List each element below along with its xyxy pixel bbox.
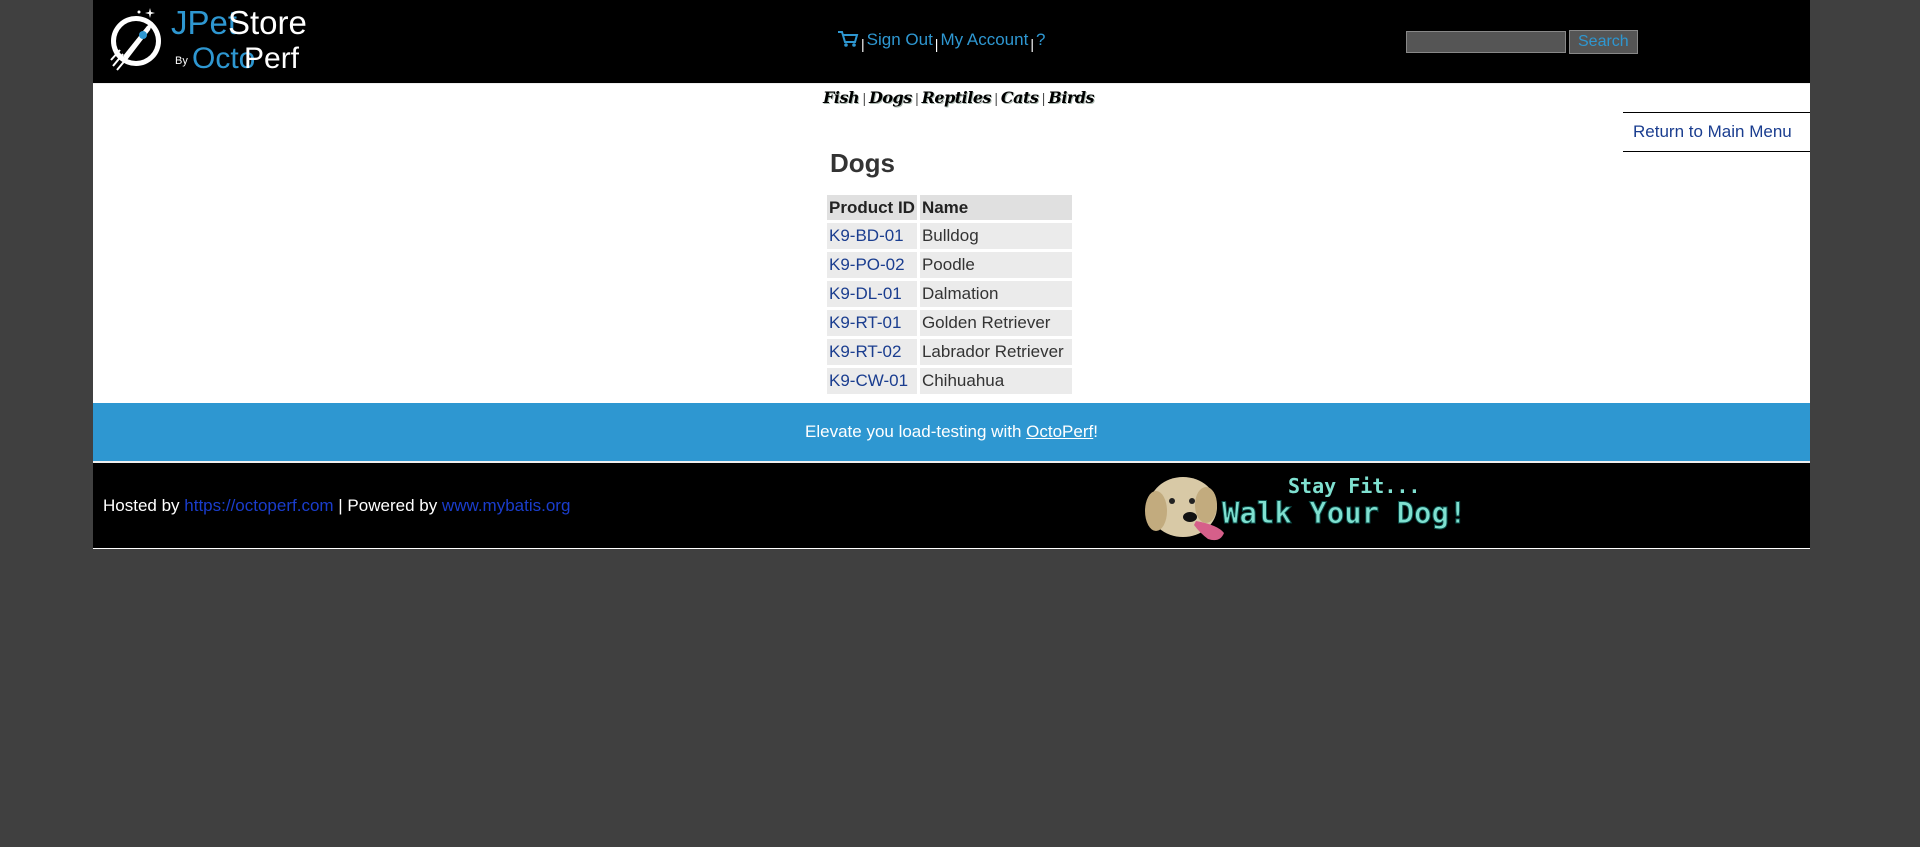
quicklink-separator: |	[862, 92, 866, 107]
search-input[interactable]	[1406, 31, 1566, 53]
quicklink-dogs[interactable]: Dogs	[869, 88, 912, 107]
product-id-cell: K9-RT-01	[827, 310, 917, 336]
quicklink-reptiles[interactable]: Reptiles	[922, 88, 992, 107]
product-id-link[interactable]: K9-RT-01	[829, 313, 901, 332]
search-form: Search	[1406, 30, 1638, 54]
product-table: Product ID Name K9-BD-01 Bulldog K9-PO-0…	[824, 192, 1075, 397]
logo-text-store: Store	[228, 4, 307, 41]
category-quicklinks: Fish | Dogs | Reptiles | Cats | Birds	[823, 88, 1095, 107]
product-id-cell: K9-DL-01	[827, 281, 917, 307]
product-id-link[interactable]: K9-BD-01	[829, 226, 904, 245]
promo-banner: Elevate you load-testing with OctoPerf!	[93, 403, 1810, 463]
shopping-cart-icon[interactable]	[837, 30, 859, 48]
table-row: K9-PO-02 Poodle	[827, 252, 1072, 278]
header-menu: | Sign Out | My Account |?	[837, 30, 1045, 52]
ad-text-walk-your-dog: Walk Your Dog!	[1222, 496, 1466, 530]
powered-by-label: | Powered by	[333, 496, 442, 515]
rocket-icon	[110, 8, 161, 71]
return-to-main-menu-link[interactable]: Return to Main Menu	[1633, 122, 1792, 142]
table-row: K9-RT-01 Golden Retriever	[827, 310, 1072, 336]
product-id-link[interactable]: K9-DL-01	[829, 284, 902, 303]
quicklink-separator: |	[994, 92, 998, 107]
product-id-cell: K9-RT-02	[827, 339, 917, 365]
quicklink-separator: |	[1041, 92, 1046, 107]
menu-separator: |	[861, 36, 865, 52]
dog-icon	[1145, 477, 1224, 541]
logo-text-by: By	[175, 55, 188, 67]
column-header-product-id: Product ID	[827, 195, 917, 220]
my-account-link[interactable]: My Account	[940, 30, 1028, 49]
promo-text-start: Elevate you load-testing with	[805, 422, 1027, 441]
search-button[interactable]: Search	[1569, 30, 1638, 54]
table-row: K9-DL-01 Dalmation	[827, 281, 1072, 307]
product-id-cell: K9-BD-01	[827, 223, 917, 249]
product-id-cell: K9-PO-02	[827, 252, 917, 278]
walk-your-dog-banner: Stay Fit... Walk Your Dog!	[1145, 474, 1467, 541]
product-id-cell: K9-CW-01	[827, 368, 917, 394]
back-link-box: Return to Main Menu	[1623, 112, 1810, 152]
table-row: K9-BD-01 Bulldog	[827, 223, 1072, 249]
product-id-link[interactable]: K9-CW-01	[829, 371, 908, 390]
product-name-cell: Chihuahua	[919, 368, 1072, 394]
logo-text-perf: Perf	[244, 42, 300, 75]
table-row: K9-CW-01 Chihuahua	[827, 368, 1072, 394]
page-title: Dogs	[830, 148, 895, 178]
page-container: JPet Store By Octo Perf | Sign Out | My Acc…	[93, 0, 1810, 549]
menu-separator: |	[934, 36, 939, 52]
product-name-cell: Golden Retriever	[919, 310, 1072, 336]
quicklink-separator: |	[914, 92, 919, 107]
sign-out-link[interactable]: Sign Out	[867, 30, 933, 49]
product-name-cell: Labrador Retriever	[919, 339, 1072, 365]
table-header-row: Product ID Name	[827, 195, 1072, 220]
promo-text-end: !	[1093, 422, 1098, 441]
product-name-cell: Bulldog	[919, 223, 1072, 249]
ad-text-stay-fit: Stay Fit...	[1288, 474, 1420, 498]
octoperf-link[interactable]: OctoPerf	[1026, 422, 1093, 441]
jpetstore-logo[interactable]: JPet Store By Octo Perf	[103, 2, 333, 76]
mybatis-link[interactable]: www.mybatis.org	[442, 496, 570, 515]
quicklink-fish[interactable]: Fish	[823, 88, 860, 107]
footer: Hosted by https://octoperf.com | Powered…	[93, 463, 1810, 549]
product-id-link[interactable]: K9-RT-02	[829, 342, 901, 361]
quicklink-cats[interactable]: Cats	[1001, 88, 1039, 107]
menu-separator: |	[1030, 36, 1034, 52]
column-header-name: Name	[919, 195, 1072, 220]
product-name-cell: Dalmation	[919, 281, 1072, 307]
octoperf-host-link[interactable]: https://octoperf.com	[184, 496, 333, 515]
product-name-cell: Poodle	[919, 252, 1072, 278]
quicklink-birds[interactable]: Birds	[1048, 88, 1094, 107]
promo-text: Elevate you load-testing with OctoPerf!	[805, 422, 1098, 442]
product-id-link[interactable]: K9-PO-02	[829, 255, 905, 274]
help-link[interactable]: ?	[1036, 30, 1045, 49]
main-content: Fish | Dogs | Reptiles | Cats | Birds Return to …	[93, 84, 1810, 403]
table-row: K9-RT-02 Labrador Retriever	[827, 339, 1072, 365]
powered-by: Hosted by https://octoperf.com | Powered…	[103, 496, 570, 516]
header: JPet Store By Octo Perf | Sign Out | My Acc…	[93, 0, 1810, 84]
hosted-by-label: Hosted by	[103, 496, 185, 515]
